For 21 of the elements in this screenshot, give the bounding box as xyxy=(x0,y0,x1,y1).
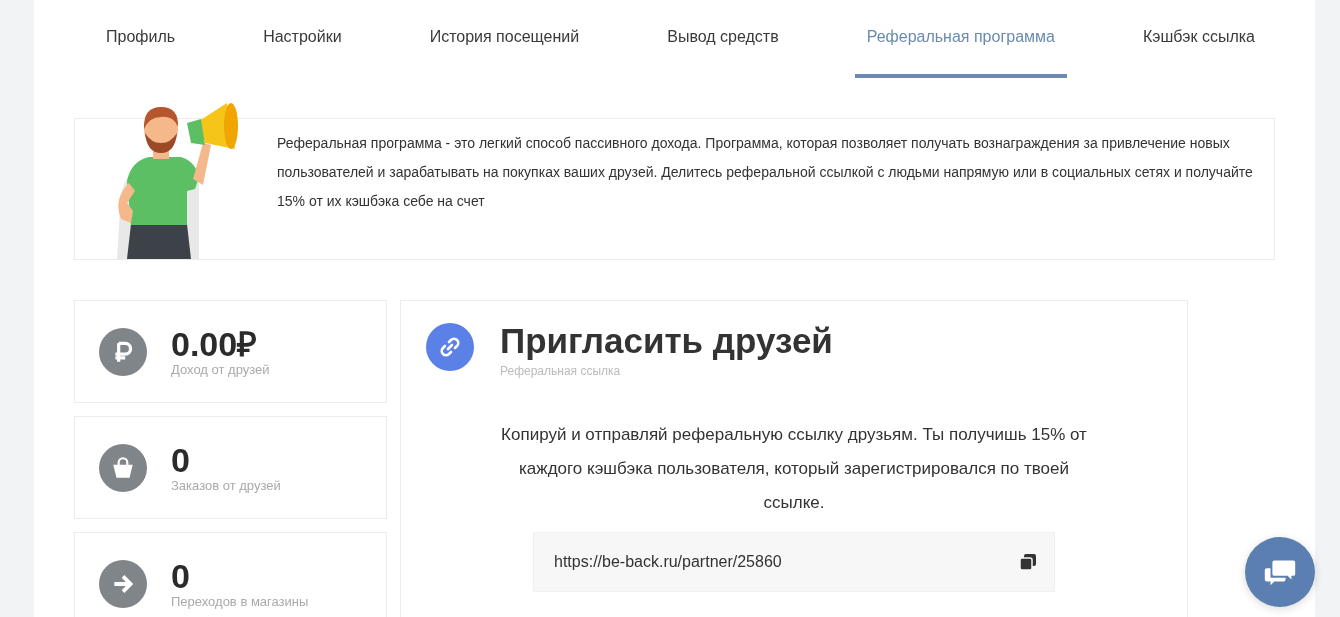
tab[interactable]: Настройки xyxy=(251,0,354,78)
invite-title: Пригласить друзей xyxy=(500,321,833,361)
basket-icon xyxy=(99,443,147,492)
tab[interactable]: Вывод средств xyxy=(655,0,791,78)
stat-label: Переходов в магазины xyxy=(171,594,309,609)
stat-label: Заказов от друзей xyxy=(171,478,281,493)
copy-icon[interactable] xyxy=(1018,552,1038,572)
referral-link-field[interactable]: https://be-back.ru/partner/25860 xyxy=(533,532,1055,592)
stat-value: 0 xyxy=(171,558,191,594)
tab[interactable]: Кэшбэк ссылка xyxy=(1131,0,1267,78)
invite-description: Копируй и отправляй реферальную ссылку друзьям. Ты получишь 15% от каждого кэшбэка пользователя, который зарегистрировался по твоей ссылке. xyxy=(500,424,1088,514)
stat-value: 0.00₽ xyxy=(171,326,259,362)
link-icon xyxy=(426,323,474,371)
ruble-icon xyxy=(99,327,147,376)
tab[interactable]: История посещений xyxy=(417,0,592,78)
stat-value: 0 xyxy=(171,442,191,478)
intro-text: Реферальная программа - это легкий способ пассивного дохода. Программа, которая позволяет получать вознаграждения за привлечение новых пользователей и зарабатывать на покупках ваших друзей. Делитесь реферальной ссылкой с людьми напрямую или в социальных сетях и получайте 15% от их кэшбэка себе на счет xyxy=(277,134,1254,211)
stat-label: Доход от друзей xyxy=(171,362,270,377)
tab[interactable]: Профиль xyxy=(94,0,188,78)
tab[interactable]: Реферальная программа xyxy=(854,0,1067,78)
invite-subtitle: Реферальная ссылка xyxy=(500,364,622,378)
